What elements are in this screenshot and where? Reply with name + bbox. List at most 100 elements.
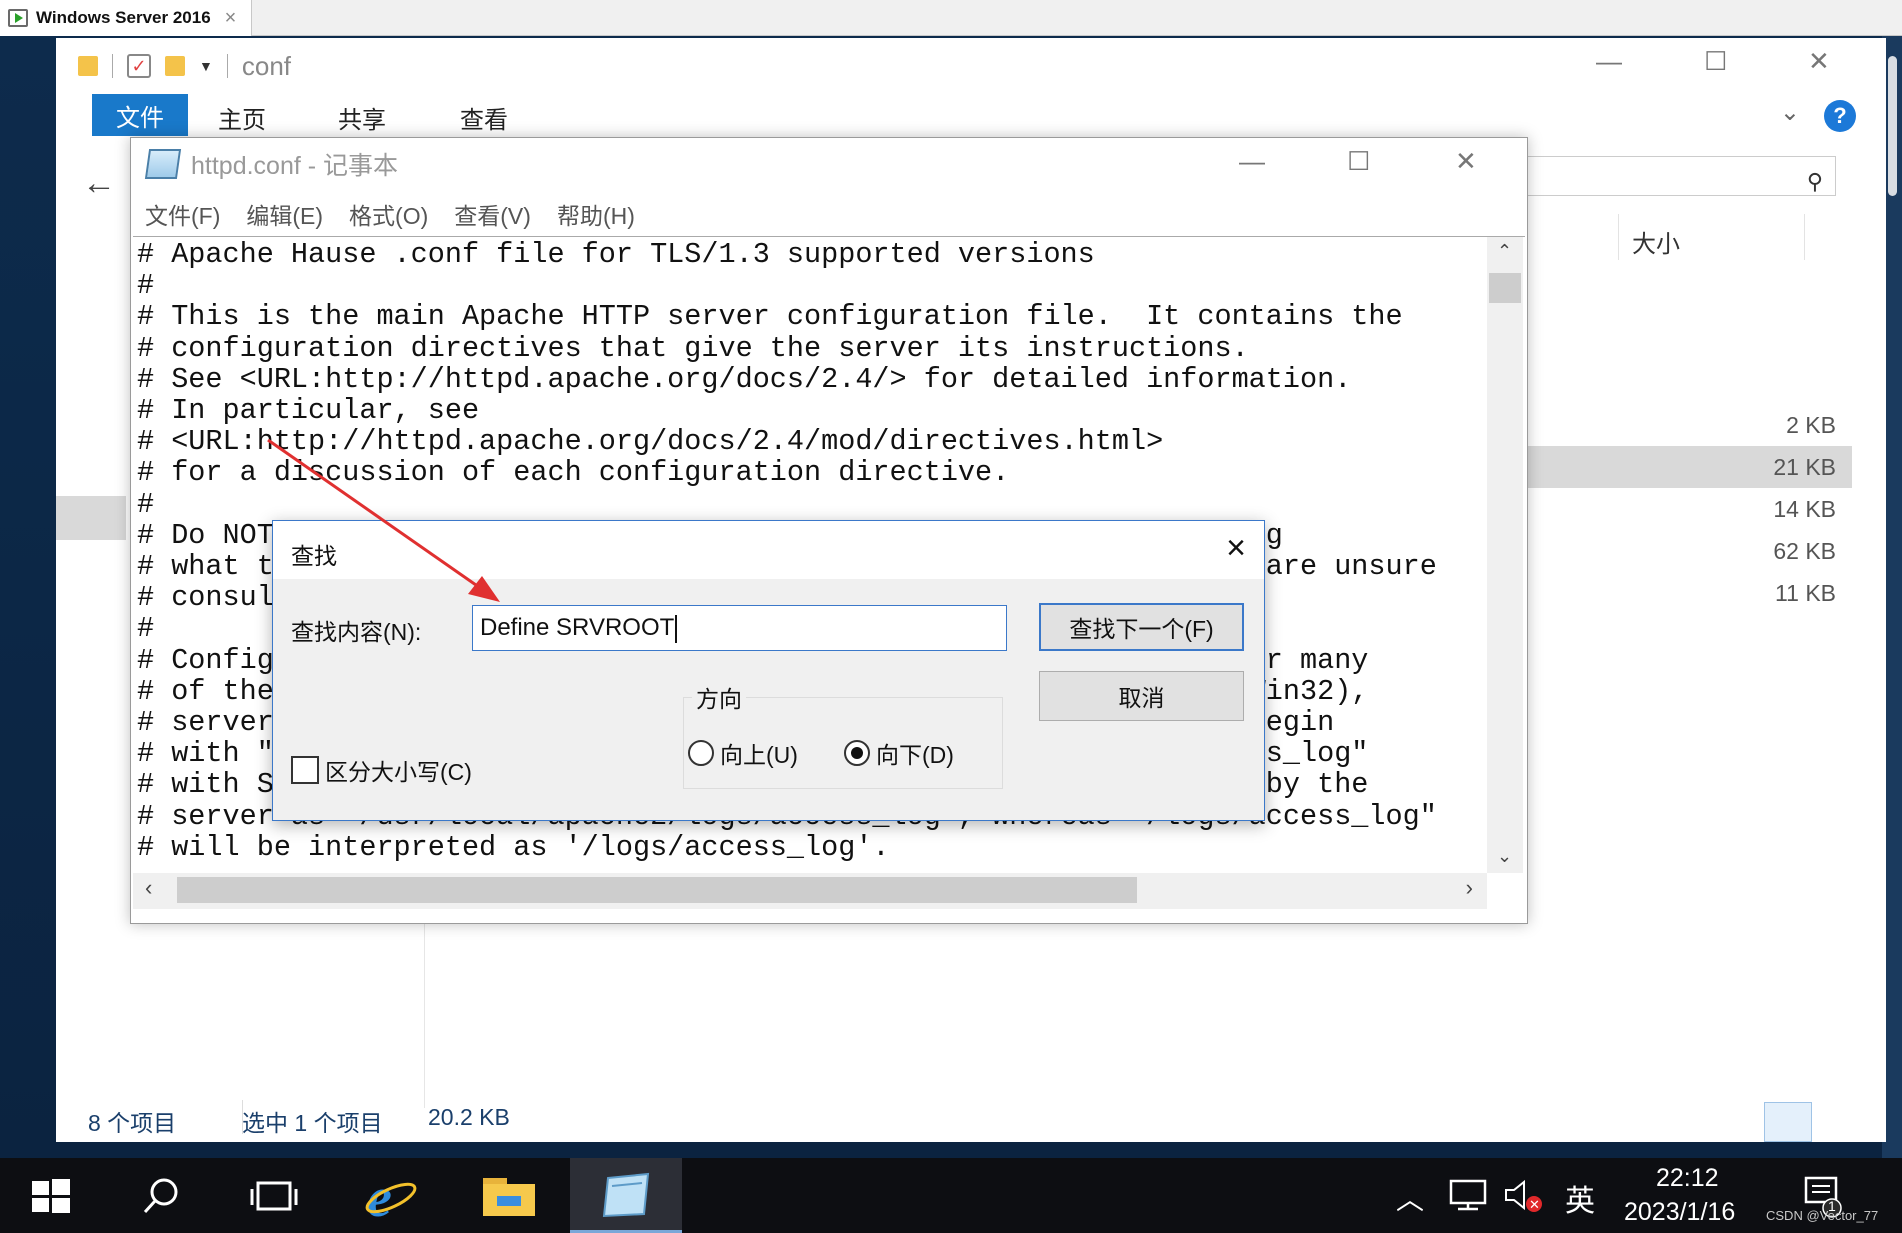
- find-next-button[interactable]: 查找下一个(F): [1039, 603, 1244, 651]
- svg-text:✕: ✕: [1529, 1198, 1540, 1213]
- tab-home[interactable]: 主页: [218, 100, 266, 135]
- maximize-button[interactable]: ☐: [1347, 146, 1370, 177]
- text-line[interactable]: # Apache Hause .conf file for TLS/1.3 su…: [137, 239, 1487, 270]
- notepad-icon: [144, 149, 182, 179]
- ribbon: 文件 主页 共享 查看 ⌄ ?: [56, 94, 1886, 136]
- file-size: 14 KB: [1773, 496, 1836, 522]
- direction-group: 方向 向上(U) 向下(D): [683, 680, 1003, 789]
- tab-share[interactable]: 共享: [338, 100, 386, 135]
- menu-format[interactable]: 格式(O): [349, 197, 428, 231]
- text-line[interactable]: # <URL:http://httpd.apache.org/docs/2.4/…: [137, 426, 1487, 457]
- cancel-button[interactable]: 取消: [1039, 671, 1244, 721]
- search-icon[interactable]: ⚲: [1807, 163, 1823, 201]
- search-input[interactable]: f" ⚲: [1506, 156, 1836, 196]
- find-what-input[interactable]: Define SRVROOT: [472, 605, 1007, 651]
- explorer-title-bar: ✓ ▼ conf — ☐ ✕: [56, 38, 1886, 94]
- maximize-button[interactable]: ☐: [1704, 46, 1727, 77]
- volume-muted-icon[interactable]: ✕: [1504, 1178, 1544, 1214]
- match-case-label: 区分大小写(C): [325, 759, 472, 785]
- direction-up-label: 向上(U): [720, 742, 798, 768]
- search-icon[interactable]: [132, 1158, 192, 1233]
- vm-tab-title: Windows Server 2016: [36, 8, 211, 27]
- view-switcher: [1764, 1102, 1862, 1142]
- text-line[interactable]: # will be interpreted as '/logs/access_l…: [137, 832, 1487, 863]
- text-line[interactable]: # See <URL:http://httpd.apache.org/docs/…: [137, 364, 1487, 395]
- folder-icon: [78, 56, 98, 76]
- match-case-checkbox[interactable]: 区分大小写(C): [291, 753, 472, 787]
- find-dialog: 查找 × 查找内容(N): Define SRVROOT 查找下一个(F) 取消…: [272, 520, 1265, 821]
- file-size: 21 KB: [1773, 454, 1836, 480]
- svg-text:e: e: [367, 1170, 392, 1222]
- vm-tab-bar: Windows Server 2016 ×: [0, 0, 1902, 36]
- notepad-title-bar: httpd.conf - 记事本 — ☐ ✕: [131, 138, 1527, 190]
- menu-edit[interactable]: 编辑(E): [246, 197, 323, 231]
- help-icon[interactable]: ?: [1824, 100, 1856, 132]
- vm-console-icon: [8, 9, 28, 27]
- direction-label: 方向: [692, 680, 746, 714]
- menu-help[interactable]: 帮助(H): [557, 197, 635, 231]
- find-dialog-title-bar: 查找 ×: [273, 521, 1264, 579]
- properties-icon[interactable]: ✓: [127, 54, 151, 78]
- file-explorer-icon[interactable]: [472, 1158, 546, 1233]
- details-view-icon[interactable]: [1764, 1102, 1812, 1142]
- internet-explorer-icon[interactable]: e: [358, 1158, 424, 1233]
- selection-size: 20.2 KB: [428, 1104, 510, 1130]
- text-line[interactable]: # configuration directives that give the…: [137, 332, 1487, 364]
- column-header-size[interactable]: 大小: [1632, 224, 1680, 259]
- large-icons-view-icon[interactable]: [1822, 1102, 1862, 1142]
- scroll-up-icon[interactable]: ⌃: [1497, 241, 1512, 262]
- quick-access-toolbar: ✓ ▼: [78, 54, 228, 78]
- find-what-label: 查找内容(N):: [291, 619, 422, 645]
- direction-down-label: 向下(D): [876, 742, 954, 768]
- close-button[interactable]: ✕: [1808, 46, 1830, 77]
- direction-up-radio[interactable]: 向上(U): [688, 736, 798, 770]
- tab-file[interactable]: 文件: [92, 94, 188, 136]
- taskbar: e ︿ ✕ 英 22:12 2023/1/16 1 CSDN @Vector_7…: [0, 1158, 1902, 1233]
- file-size: 62 KB: [1773, 538, 1836, 564]
- menu-bar: 文件(F) 编辑(E) 格式(O) 查看(V) 帮助(H): [131, 194, 1527, 234]
- watermark: CSDN @Vector_77: [1766, 1208, 1879, 1223]
- chevron-down-icon[interactable]: ▼: [199, 58, 213, 74]
- status-bar: 8 个项目 选中 1 个项目 20.2 KB: [56, 1098, 1886, 1142]
- close-icon[interactable]: ×: [1226, 529, 1246, 568]
- text-line[interactable]: #: [137, 488, 1487, 520]
- vm-tab[interactable]: Windows Server 2016 ×: [0, 0, 252, 36]
- nav-pane-selected-item[interactable]: [56, 496, 126, 540]
- window-title: httpd.conf - 记事本: [191, 152, 399, 180]
- network-icon[interactable]: [1448, 1178, 1488, 1212]
- file-size: 2 KB: [1786, 412, 1836, 438]
- minimize-button[interactable]: —: [1239, 146, 1265, 177]
- chevron-up-icon[interactable]: ︿: [1396, 1178, 1424, 1218]
- file-size: 11 KB: [1775, 580, 1836, 606]
- text-line[interactable]: #: [137, 270, 1487, 301]
- text-caret: [675, 614, 678, 643]
- menu-view[interactable]: 查看(V): [454, 197, 531, 231]
- back-arrow-icon[interactable]: ←: [82, 164, 116, 203]
- selection-count: 选中 1 个项目: [242, 1110, 383, 1136]
- horizontal-scrollbar[interactable]: ‹ ›: [133, 873, 1487, 909]
- vertical-scrollbar[interactable]: ⌃ ⌄: [1487, 237, 1523, 873]
- new-folder-icon[interactable]: [165, 56, 185, 76]
- ime-indicator[interactable]: 英: [1565, 1176, 1595, 1220]
- scroll-left-icon[interactable]: ‹: [145, 875, 152, 901]
- task-view-icon[interactable]: [242, 1158, 306, 1233]
- clock-date[interactable]: 2023/1/16: [1624, 1198, 1735, 1227]
- text-line[interactable]: # In particular, see: [137, 395, 1487, 426]
- notepad-taskbar-icon[interactable]: [570, 1158, 682, 1233]
- window-title: conf: [241, 50, 292, 81]
- direction-down-radio[interactable]: 向下(D): [844, 736, 954, 770]
- start-button[interactable]: [20, 1158, 82, 1233]
- scroll-down-icon[interactable]: ⌄: [1497, 846, 1512, 867]
- close-icon[interactable]: ×: [225, 7, 237, 30]
- close-button[interactable]: ✕: [1455, 146, 1477, 177]
- text-line[interactable]: # This is the main Apache HTTP server co…: [137, 301, 1487, 332]
- menu-file[interactable]: 文件(F): [145, 197, 220, 231]
- minimize-button[interactable]: —: [1596, 46, 1622, 77]
- tab-view[interactable]: 查看: [460, 100, 508, 135]
- chevron-down-icon[interactable]: ⌄: [1780, 98, 1800, 127]
- scroll-right-icon[interactable]: ›: [1466, 875, 1473, 901]
- clock-time[interactable]: 22:12: [1656, 1164, 1719, 1193]
- item-count: 8 个项目: [88, 1110, 177, 1136]
- dialog-title: 查找: [291, 543, 337, 569]
- text-line[interactable]: # for a discussion of each configuration…: [137, 457, 1487, 488]
